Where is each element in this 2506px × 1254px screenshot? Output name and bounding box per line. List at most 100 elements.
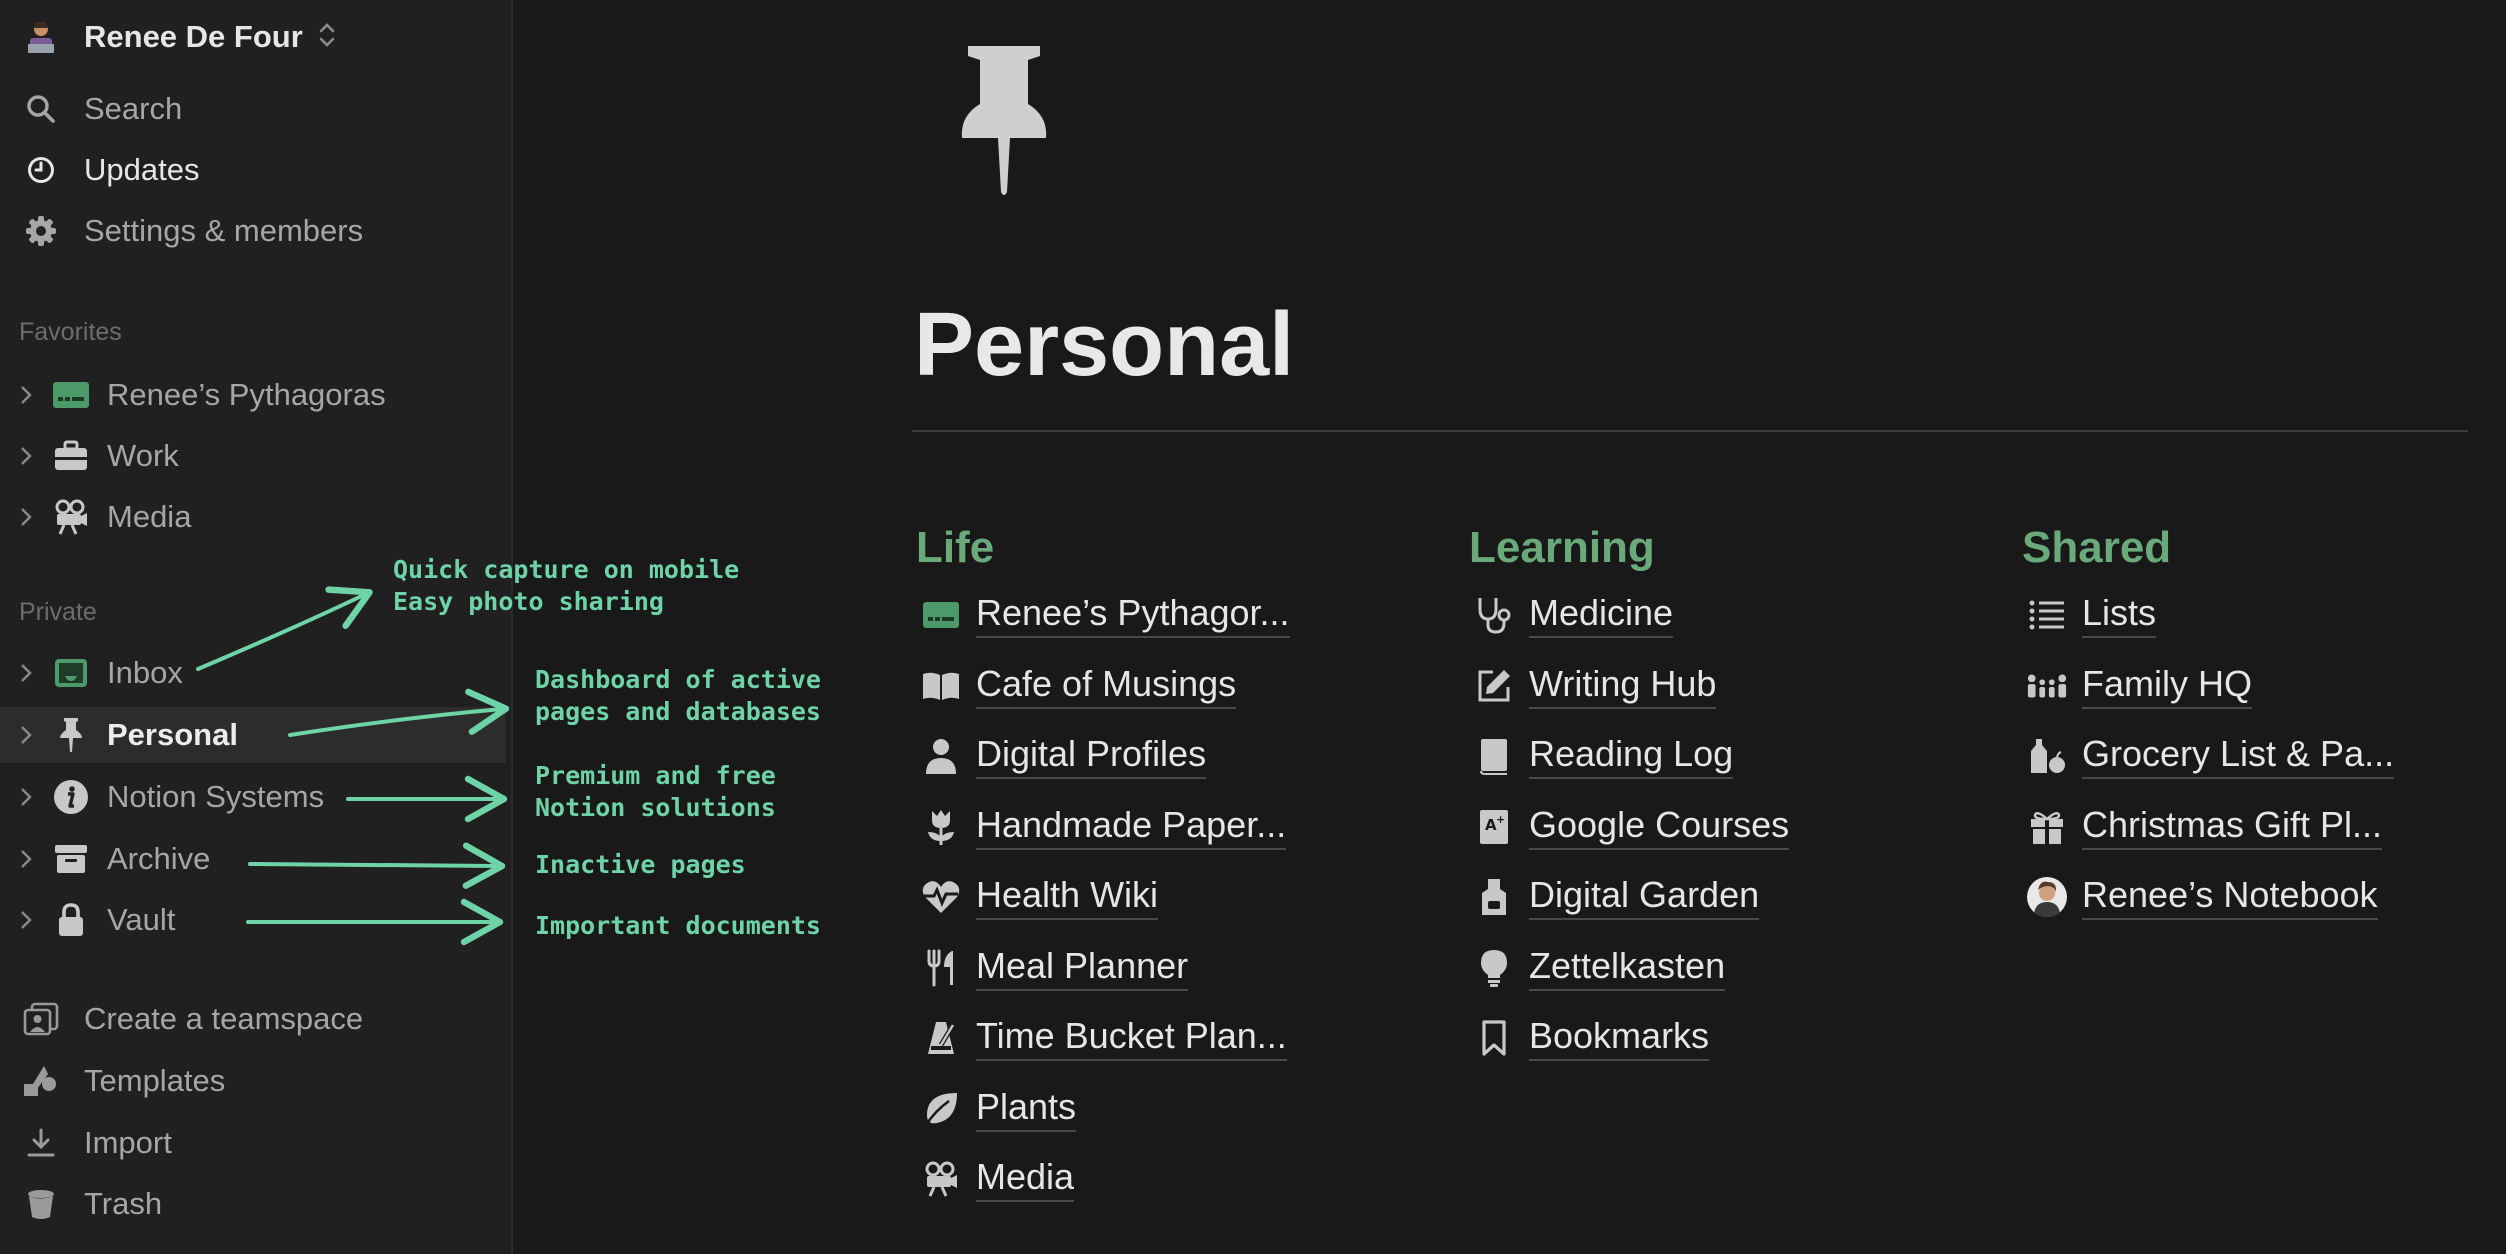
sidebar-item-personal[interactable]: Personal <box>0 707 506 763</box>
page-link-label: Digital Garden <box>1529 874 1760 921</box>
apron-icon <box>1473 876 1515 918</box>
page-link[interactable]: Meal Planner <box>914 933 1334 1004</box>
chevron-right-icon[interactable] <box>19 724 37 746</box>
nav-settings[interactable]: Settings & members <box>22 208 363 254</box>
page-link[interactable]: Zettelkasten <box>1467 933 1887 1004</box>
page-link[interactable]: Medicine <box>1467 580 1887 651</box>
page-link-label: Handmade Paper... <box>976 804 1287 850</box>
page-link-label: Time Bucket Plan... <box>976 1015 1287 1062</box>
private-section-label: Private <box>19 598 97 626</box>
download-icon <box>22 1124 60 1162</box>
notion-systems-annotation: Premium and free Notion solutions <box>535 761 776 822</box>
sidebar-item-vault[interactable]: Vault <box>0 892 506 948</box>
page-link-label: Grocery List & Pa... <box>2082 733 2395 780</box>
briefcase-icon <box>52 437 90 475</box>
page-link[interactable]: Renee’s Pythagor... <box>914 580 1334 651</box>
dashboard-icon <box>920 594 962 636</box>
trash-button[interactable]: Trash <box>22 1181 162 1227</box>
sidebar-item-label: Personal <box>107 717 238 752</box>
page-link[interactable]: Grocery List & Pa... <box>2020 721 2440 792</box>
sidebar-item-notion-systems[interactable]: Notion Systems <box>0 769 506 825</box>
archive-box-icon <box>52 840 90 878</box>
page-link-label: Writing Hub <box>1529 663 1717 709</box>
info-icon <box>52 778 90 816</box>
chevron-up-down-icon <box>317 20 339 55</box>
gear-icon <box>22 212 60 250</box>
chevron-right-icon[interactable] <box>19 662 37 684</box>
chevron-right-icon[interactable] <box>19 786 37 808</box>
page-link-label: Health Wiki <box>976 874 1159 921</box>
fork-knife-icon <box>920 947 962 989</box>
gift-icon <box>2026 806 2068 848</box>
chevron-right-icon[interactable] <box>19 848 37 870</box>
page-link-label: Plants <box>976 1086 1077 1132</box>
page-link-label: Christmas Gift Pl... <box>2082 804 2383 850</box>
nav-updates[interactable]: Updates <box>22 147 199 193</box>
chevron-right-icon[interactable] <box>19 445 37 467</box>
lightbulb-icon <box>1473 947 1515 989</box>
divider <box>912 430 2468 432</box>
templates-button[interactable]: Templates <box>22 1058 225 1104</box>
page-link[interactable]: A + Google Courses <box>1467 792 1887 863</box>
page-link[interactable]: Plants <box>914 1074 1334 1145</box>
page-link-label: Zettelkasten <box>1529 945 1726 991</box>
page-link[interactable]: Bookmarks <box>1467 1003 1887 1074</box>
sidebar-item-inbox[interactable]: Inbox <box>0 645 506 701</box>
create-teamspace-label: Create a teamspace <box>84 1001 364 1036</box>
trash-label: Trash <box>84 1186 163 1221</box>
inbox-annotation: Quick capture on mobile Easy photo shari… <box>393 555 740 616</box>
svg-text:+: + <box>1496 813 1505 826</box>
sidebar-item-archive[interactable]: Archive <box>0 831 506 887</box>
page-link-label: Renee’s Notebook <box>2082 874 2378 921</box>
life-heading: Life <box>916 523 995 572</box>
movie-camera-icon <box>52 498 90 536</box>
page-link[interactable]: Handmade Paper... <box>914 792 1334 863</box>
lock-icon <box>52 901 90 939</box>
sidebar-item-label: Notion Systems <box>107 779 325 814</box>
sidebar-item-renees-pythagoras[interactable]: Renee’s Pythagoras <box>0 367 506 423</box>
page-link[interactable]: Renee’s Notebook <box>2020 862 2440 933</box>
page-title[interactable]: Personal <box>914 290 1294 400</box>
sidebar-item-media[interactable]: Media <box>0 489 506 545</box>
page-link[interactable]: Media <box>914 1144 1334 1215</box>
page-link[interactable]: Lists <box>2020 580 2440 651</box>
page-link[interactable]: Digital Garden <box>1467 862 1887 933</box>
page-link[interactable]: Reading Log <box>1467 721 1887 792</box>
sidebar-item-work[interactable]: Work <box>0 428 506 484</box>
page-link[interactable]: Writing Hub <box>1467 651 1887 722</box>
page-link[interactable]: Christmas Gift Pl... <box>2020 792 2440 863</box>
sidebar-item-label: Inbox <box>107 655 183 690</box>
sidebar: Renee De Four Search Updates Settings & … <box>0 0 513 1254</box>
leaf-icon <box>920 1088 962 1130</box>
page-link-label: Google Courses <box>1529 804 1790 850</box>
workspace-switcher[interactable]: Renee De Four <box>22 14 339 60</box>
trash-icon <box>22 1185 60 1223</box>
inbox-icon <box>52 654 90 692</box>
learning-column: Learning Medicine Writing Hub Reading Lo… <box>1467 510 1887 1074</box>
sidebar-item-label: Work <box>107 438 179 473</box>
page-link-label: Lists <box>2082 592 2157 639</box>
grade-book-icon: A + <box>1473 806 1515 848</box>
import-button[interactable]: Import <box>22 1120 172 1166</box>
page-link[interactable]: Digital Profiles <box>914 721 1334 792</box>
family-icon <box>2026 665 2068 707</box>
chevron-right-icon[interactable] <box>19 506 37 528</box>
nav-search-label: Search <box>84 91 183 126</box>
chevron-right-icon[interactable] <box>19 384 37 406</box>
groceries-icon <box>2026 735 2068 777</box>
nav-search[interactable]: Search <box>22 86 182 132</box>
page-link[interactable]: Health Wiki <box>914 862 1334 933</box>
create-teamspace-button[interactable]: Create a teamspace <box>22 996 363 1042</box>
person-icon <box>920 735 962 777</box>
heart-pulse-icon <box>920 876 962 918</box>
clock-icon <box>22 151 60 189</box>
page-link[interactable]: Time Bucket Plan... <box>914 1003 1334 1074</box>
page-link-label: Cafe of Musings <box>976 663 1237 709</box>
page-link[interactable]: Cafe of Musings <box>914 651 1334 722</box>
page-pushpin-icon[interactable] <box>958 42 1050 202</box>
chevron-right-icon[interactable] <box>19 909 37 931</box>
page-link-label: Digital Profiles <box>976 733 1207 780</box>
workspace-name: Renee De Four <box>84 19 303 54</box>
learning-heading: Learning <box>1469 523 1655 572</box>
page-link[interactable]: Family HQ <box>2020 651 2440 722</box>
